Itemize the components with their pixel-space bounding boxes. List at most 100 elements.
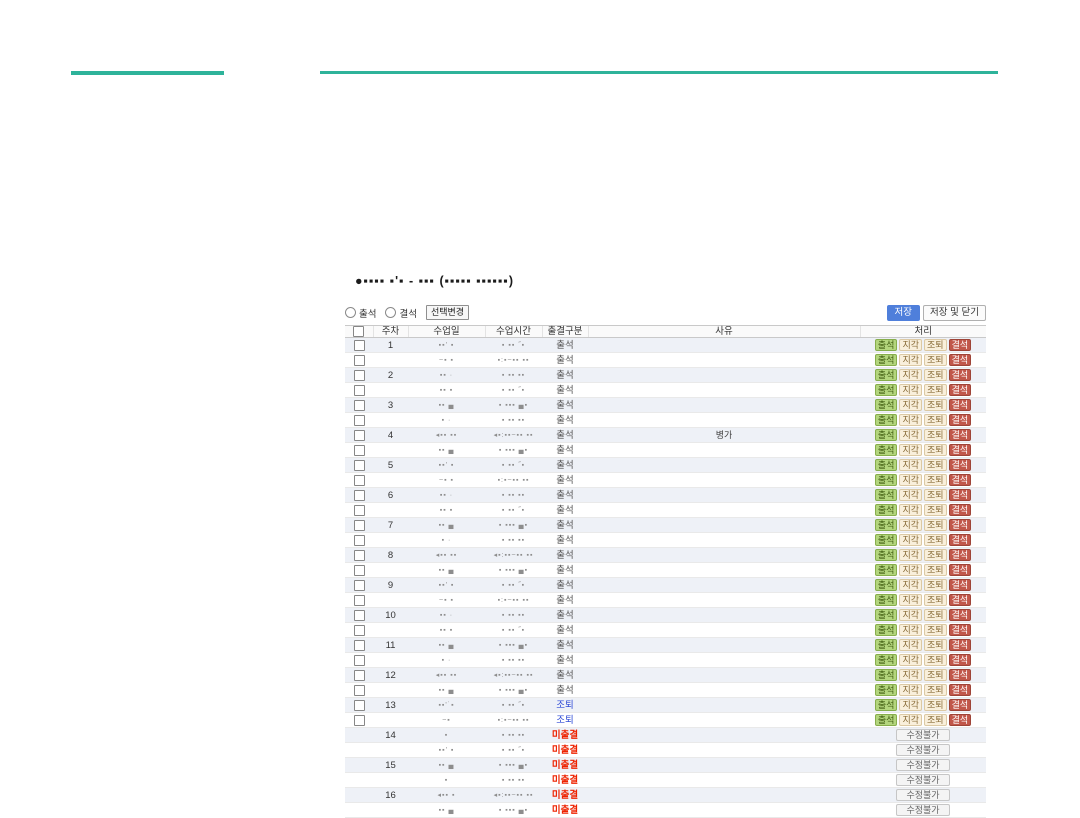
present-button[interactable]: 출석 [875, 399, 898, 411]
row-checkbox[interactable] [354, 610, 365, 621]
late-button[interactable]: 지각 [899, 624, 922, 636]
apply-selection-button[interactable]: 선택변경 [426, 305, 469, 320]
late-button[interactable]: 지각 [899, 699, 922, 711]
early-button[interactable]: 조퇴 [924, 444, 947, 456]
early-button[interactable]: 조퇴 [924, 549, 947, 561]
row-checkbox[interactable] [354, 445, 365, 456]
late-button[interactable]: 지각 [899, 519, 922, 531]
present-button[interactable]: 출석 [875, 594, 898, 606]
radio-absent-circle-icon[interactable] [385, 307, 396, 318]
absent-button[interactable]: 결석 [949, 669, 972, 681]
row-checkbox[interactable] [354, 685, 365, 696]
early-button[interactable]: 조퇴 [924, 474, 947, 486]
early-button[interactable]: 조퇴 [924, 504, 947, 516]
early-button[interactable]: 조퇴 [924, 639, 947, 651]
row-checkbox[interactable] [354, 460, 365, 471]
late-button[interactable]: 지각 [899, 369, 922, 381]
present-button[interactable]: 출석 [875, 474, 898, 486]
late-button[interactable]: 지각 [899, 669, 922, 681]
late-button[interactable]: 지각 [899, 564, 922, 576]
absent-button[interactable]: 결석 [949, 369, 972, 381]
absent-button[interactable]: 결석 [949, 519, 972, 531]
row-checkbox[interactable] [354, 370, 365, 381]
early-button[interactable]: 조퇴 [924, 354, 947, 366]
row-checkbox[interactable] [354, 670, 365, 681]
present-button[interactable]: 출석 [875, 369, 898, 381]
present-button[interactable]: 출석 [875, 669, 898, 681]
absent-button[interactable]: 결석 [949, 489, 972, 501]
present-button[interactable]: 출석 [875, 339, 898, 351]
radio-present-circle-icon[interactable] [345, 307, 356, 318]
present-button[interactable]: 출석 [875, 444, 898, 456]
late-button[interactable]: 지각 [899, 609, 922, 621]
present-button[interactable]: 출석 [875, 384, 898, 396]
absent-button[interactable]: 결석 [949, 609, 972, 621]
absent-button[interactable]: 결석 [949, 654, 972, 666]
absent-button[interactable]: 결석 [949, 384, 972, 396]
absent-button[interactable]: 결석 [949, 549, 972, 561]
early-button[interactable]: 조퇴 [924, 489, 947, 501]
late-button[interactable]: 지각 [899, 429, 922, 441]
early-button[interactable]: 조퇴 [924, 594, 947, 606]
early-button[interactable]: 조퇴 [924, 669, 947, 681]
late-button[interactable]: 지각 [899, 549, 922, 561]
late-button[interactable]: 지각 [899, 684, 922, 696]
row-checkbox[interactable] [354, 595, 365, 606]
absent-button[interactable]: 결석 [949, 354, 972, 366]
late-button[interactable]: 지각 [899, 579, 922, 591]
absent-button[interactable]: 결석 [949, 534, 972, 546]
present-button[interactable]: 출석 [875, 504, 898, 516]
absent-button[interactable]: 결석 [949, 339, 972, 351]
present-button[interactable]: 출석 [875, 684, 898, 696]
early-button[interactable]: 조퇴 [924, 714, 947, 726]
absent-button[interactable]: 결석 [949, 639, 972, 651]
absent-button[interactable]: 결석 [949, 474, 972, 486]
row-checkbox[interactable] [354, 700, 365, 711]
row-checkbox[interactable] [354, 430, 365, 441]
late-button[interactable]: 지각 [899, 714, 922, 726]
absent-button[interactable]: 결석 [949, 714, 972, 726]
absent-button[interactable]: 결석 [949, 579, 972, 591]
present-button[interactable]: 출석 [875, 639, 898, 651]
absent-button[interactable]: 결석 [949, 699, 972, 711]
late-button[interactable]: 지각 [899, 399, 922, 411]
present-button[interactable]: 출석 [875, 579, 898, 591]
early-button[interactable]: 조퇴 [924, 369, 947, 381]
select-all-checkbox[interactable] [353, 326, 364, 337]
early-button[interactable]: 조퇴 [924, 459, 947, 471]
save-button[interactable]: 저장 [887, 305, 920, 321]
early-button[interactable]: 조퇴 [924, 519, 947, 531]
late-button[interactable]: 지각 [899, 639, 922, 651]
absent-button[interactable]: 결석 [949, 624, 972, 636]
present-button[interactable]: 출석 [875, 609, 898, 621]
save-close-button[interactable]: 저장 및 닫기 [923, 305, 986, 321]
absent-button[interactable]: 결석 [949, 444, 972, 456]
early-button[interactable]: 조퇴 [924, 624, 947, 636]
late-button[interactable]: 지각 [899, 594, 922, 606]
absent-button[interactable]: 결석 [949, 414, 972, 426]
absent-button[interactable]: 결석 [949, 684, 972, 696]
late-button[interactable]: 지각 [899, 354, 922, 366]
present-button[interactable]: 출석 [875, 489, 898, 501]
row-checkbox[interactable] [354, 475, 365, 486]
absent-button[interactable]: 결석 [949, 399, 972, 411]
present-button[interactable]: 출석 [875, 534, 898, 546]
early-button[interactable]: 조퇴 [924, 579, 947, 591]
absent-button[interactable]: 결석 [949, 429, 972, 441]
absent-button[interactable]: 결석 [949, 594, 972, 606]
late-button[interactable]: 지각 [899, 474, 922, 486]
early-button[interactable]: 조퇴 [924, 699, 947, 711]
row-checkbox[interactable] [354, 520, 365, 531]
present-button[interactable]: 출석 [875, 564, 898, 576]
present-button[interactable]: 출석 [875, 624, 898, 636]
early-button[interactable]: 조퇴 [924, 609, 947, 621]
early-button[interactable]: 조퇴 [924, 384, 947, 396]
present-button[interactable]: 출석 [875, 354, 898, 366]
row-checkbox[interactable] [354, 655, 365, 666]
early-button[interactable]: 조퇴 [924, 654, 947, 666]
late-button[interactable]: 지각 [899, 414, 922, 426]
present-button[interactable]: 출석 [875, 654, 898, 666]
radio-absent[interactable]: 결석 [385, 306, 416, 320]
row-checkbox[interactable] [354, 385, 365, 396]
row-checkbox[interactable] [354, 565, 365, 576]
